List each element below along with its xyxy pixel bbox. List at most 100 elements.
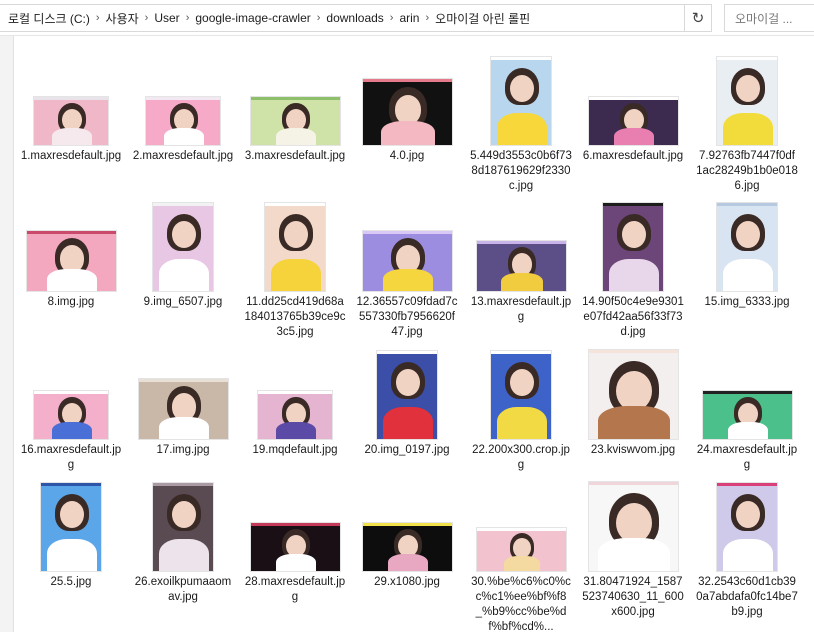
file-item[interactable]: 31.80471924_1587523740630_11_600x600.jpg xyxy=(576,474,690,620)
file-name: 28.maxresdefault.jpg xyxy=(244,576,346,603)
file-name: 13.maxresdefault.jpg xyxy=(470,296,572,323)
file-item[interactable]: 20.img_0197.jpg xyxy=(350,342,464,458)
file-name: 29.x1080.jpg xyxy=(374,576,440,588)
file-thumbnail[interactable] xyxy=(40,482,102,572)
file-thumbnail[interactable] xyxy=(25,230,117,292)
file-thumbnail[interactable] xyxy=(475,527,567,572)
file-item[interactable]: 16.maxresdefault.jpg xyxy=(14,342,128,473)
file-item[interactable]: 32.2543c60d1cb390a7abdafa0fc14be7b9.jpg xyxy=(690,474,804,620)
file-thumbnail[interactable] xyxy=(257,390,333,440)
file-thumbnail[interactable] xyxy=(249,522,341,572)
breadcrumb-item[interactable]: downloads xyxy=(322,11,387,25)
breadcrumb-item[interactable]: 사용자 xyxy=(102,10,143,27)
file-item[interactable]: 8.img.jpg xyxy=(14,194,128,310)
file-name: 15.img_6333.jpg xyxy=(704,296,790,308)
file-item[interactable]: 9.img_6507.jpg xyxy=(126,194,240,310)
address-bar[interactable]: 로컬 디스크 (C:) › 사용자 › User › google-image-crawle… xyxy=(0,4,712,32)
file-item[interactable]: 23.kviswvom.jpg xyxy=(576,342,690,458)
file-item[interactable]: 15.img_6333.jpg xyxy=(690,194,804,310)
file-name: 1.maxresdefault.jpg xyxy=(20,150,122,162)
file-item[interactable]: 4.0.jpg xyxy=(350,48,464,164)
file-item[interactable]: 11.dd25cd419d68a184013765b39ce9c3c5.jpg xyxy=(238,194,352,340)
file-name: 26.exoilkpumaaomav.jpg xyxy=(134,576,232,603)
file-thumbnail[interactable] xyxy=(490,350,552,440)
file-thumbnail[interactable] xyxy=(376,350,438,440)
file-item[interactable]: 7.92763fb7447f0df1ac28249b1b0e0186.jpg xyxy=(690,48,804,194)
file-item[interactable]: 3.maxresdefault.jpg xyxy=(238,48,352,164)
file-name: 31.80471924_1587523740630_11_600x600.jpg xyxy=(582,576,684,618)
file-name: 3.maxresdefault.jpg xyxy=(244,150,346,162)
file-thumbnail[interactable] xyxy=(716,56,778,146)
file-name: 9.img_6507.jpg xyxy=(143,296,223,308)
explorer-toolbar: 로컬 디스크 (C:) › 사용자 › User › google-image-crawle… xyxy=(0,0,814,36)
file-grid: 1.maxresdefault.jpg 2.maxresdefault.jpg 3.… xyxy=(14,36,814,632)
file-thumbnail[interactable] xyxy=(152,482,214,572)
file-thumbnail[interactable] xyxy=(33,96,109,146)
search-input[interactable]: 오마이걸 ... xyxy=(724,4,814,32)
breadcrumb-item[interactable]: 로컬 디스크 (C:) xyxy=(4,10,94,27)
file-name: 17.img.jpg xyxy=(156,444,210,456)
file-name: 32.2543c60d1cb390a7abdafa0fc14be7b9.jpg xyxy=(696,576,798,618)
navigation-pane[interactable] xyxy=(0,36,14,632)
file-name: 5.449d3553c0b6f738d187619629f2330c.jpg xyxy=(470,150,572,192)
breadcrumb-item[interactable]: 오마이걸 아린 롤핀 xyxy=(431,10,534,27)
file-name: 8.img.jpg xyxy=(47,296,95,308)
file-name: 4.0.jpg xyxy=(389,150,425,162)
chevron-right-icon[interactable]: › xyxy=(315,12,323,24)
file-item[interactable]: 30.%be%c6%c0%cc%c1%ee%bf%f8_%b9%cc%be%df… xyxy=(464,474,578,632)
refresh-icon: ↻ xyxy=(691,10,705,27)
file-name: 19.mqdefault.jpg xyxy=(252,444,338,456)
file-thumbnail[interactable] xyxy=(587,481,679,572)
chevron-right-icon[interactable]: › xyxy=(143,12,151,24)
file-thumbnail[interactable] xyxy=(33,390,109,440)
chevron-right-icon[interactable]: › xyxy=(94,12,102,24)
breadcrumb-item[interactable]: arin xyxy=(395,11,423,25)
chevron-right-icon[interactable]: › xyxy=(388,12,396,24)
file-thumbnail[interactable] xyxy=(264,202,326,292)
file-thumbnail[interactable] xyxy=(475,240,567,292)
chevron-right-icon[interactable]: › xyxy=(184,12,192,24)
file-thumbnail[interactable] xyxy=(587,96,679,146)
file-thumbnail[interactable] xyxy=(701,390,793,440)
file-item[interactable]: 14.90f50c4e9e9301e07fd42aa56f33f73d.jpg xyxy=(576,194,690,340)
file-thumbnail[interactable] xyxy=(716,482,778,572)
file-item[interactable]: 26.exoilkpumaaomav.jpg xyxy=(126,474,240,605)
file-item[interactable]: 19.mqdefault.jpg xyxy=(238,342,352,458)
file-name: 25.5.jpg xyxy=(50,576,92,588)
file-name: 22.200x300.crop.jpg xyxy=(472,444,570,471)
file-item[interactable]: 25.5.jpg xyxy=(14,474,128,590)
file-item[interactable]: 6.maxresdefault.jpg xyxy=(576,48,690,164)
file-item[interactable]: 28.maxresdefault.jpg xyxy=(238,474,352,605)
file-thumbnail[interactable] xyxy=(602,202,664,292)
breadcrumb-item[interactable]: User xyxy=(150,11,183,25)
file-item[interactable]: 22.200x300.crop.jpg xyxy=(464,342,578,473)
file-item[interactable]: 24.maxresdefault.jpg xyxy=(690,342,804,473)
file-item[interactable]: 2.maxresdefault.jpg xyxy=(126,48,240,164)
file-name: 24.maxresdefault.jpg xyxy=(696,444,798,471)
file-name: 14.90f50c4e9e9301e07fd42aa56f33f73d.jpg xyxy=(582,296,684,338)
file-thumbnail[interactable] xyxy=(361,230,453,292)
file-thumbnail[interactable] xyxy=(361,78,453,146)
file-item[interactable]: 17.img.jpg xyxy=(126,342,240,458)
file-thumbnail[interactable] xyxy=(490,56,552,146)
file-name: 12.36557c09fdad7c557330fb7956620f47.jpg xyxy=(356,296,458,338)
file-item[interactable]: 5.449d3553c0b6f738d187619629f2330c.jpg xyxy=(464,48,578,194)
refresh-button[interactable]: ↻ xyxy=(684,4,712,32)
file-name: 30.%be%c6%c0%cc%c1%ee%bf%f8_%b9%cc%be%df… xyxy=(471,576,571,632)
file-thumbnail[interactable] xyxy=(716,202,778,292)
chevron-right-icon[interactable]: › xyxy=(423,12,431,24)
file-name: 20.img_0197.jpg xyxy=(364,444,450,456)
file-name: 23.kviswvom.jpg xyxy=(590,444,676,456)
file-thumbnail[interactable] xyxy=(137,378,229,440)
file-thumbnail[interactable] xyxy=(145,96,221,146)
file-thumbnail[interactable] xyxy=(152,202,214,292)
file-thumbnail[interactable] xyxy=(361,522,453,572)
file-item[interactable]: 13.maxresdefault.jpg xyxy=(464,194,578,325)
file-item[interactable]: 12.36557c09fdad7c557330fb7956620f47.jpg xyxy=(350,194,464,340)
file-item[interactable]: 29.x1080.jpg xyxy=(350,474,464,590)
file-item[interactable]: 1.maxresdefault.jpg xyxy=(14,48,128,164)
file-thumbnail[interactable] xyxy=(587,349,679,440)
file-name: 11.dd25cd419d68a184013765b39ce9c3c5.jpg xyxy=(244,296,346,338)
file-thumbnail[interactable] xyxy=(249,96,341,146)
breadcrumb-item[interactable]: google-image-crawler xyxy=(191,11,314,25)
